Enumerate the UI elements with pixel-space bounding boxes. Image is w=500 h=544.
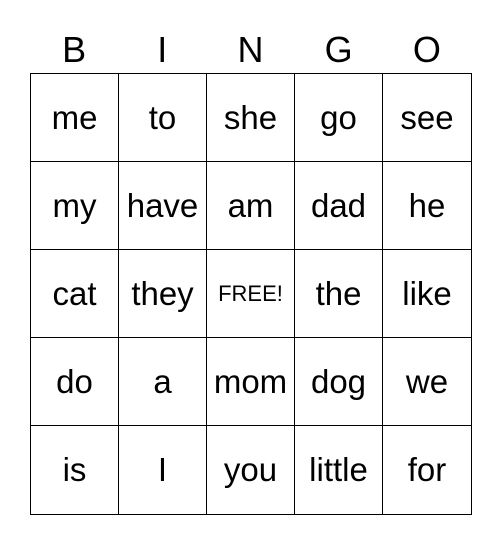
bingo-cell[interactable]: mom xyxy=(207,338,295,426)
bingo-cell[interactable]: is xyxy=(31,426,119,514)
bingo-cell[interactable]: for xyxy=(383,426,471,514)
bingo-cell[interactable]: little xyxy=(295,426,383,514)
bingo-cell[interactable]: do xyxy=(31,338,119,426)
bingo-cell[interactable]: cat xyxy=(31,250,119,338)
bingo-cell[interactable]: he xyxy=(383,162,471,250)
bingo-cell[interactable]: a xyxy=(119,338,207,426)
bingo-cell[interactable]: dad xyxy=(295,162,383,250)
bingo-cell[interactable]: she xyxy=(207,74,295,162)
header-letter-g: G xyxy=(324,29,353,70)
bingo-cell[interactable]: dog xyxy=(295,338,383,426)
header-letter-i: I xyxy=(157,29,168,70)
bingo-cell[interactable]: they xyxy=(119,250,207,338)
header-letter-n: N xyxy=(237,29,264,70)
header-letter-b: B xyxy=(62,29,87,70)
bingo-cell[interactable]: you xyxy=(207,426,295,514)
bingo-cell[interactable]: the xyxy=(295,250,383,338)
bingo-cell[interactable]: I xyxy=(119,426,207,514)
bingo-cell[interactable]: me xyxy=(31,74,119,162)
bingo-grid: me to she go see my have am dad he cat they FREE! the… xyxy=(30,73,472,515)
bingo-header: B I N G O xyxy=(30,28,471,72)
bingo-cell[interactable]: we xyxy=(383,338,471,426)
bingo-cell[interactable]: have xyxy=(119,162,207,250)
bingo-cell[interactable]: my xyxy=(31,162,119,250)
bingo-cell[interactable]: go xyxy=(295,74,383,162)
bingo-cell[interactable]: see xyxy=(383,74,471,162)
bingo-cell[interactable]: am xyxy=(207,162,295,250)
bingo-cell[interactable]: like xyxy=(383,250,471,338)
bingo-cell[interactable]: to xyxy=(119,74,207,162)
free-space-cell[interactable]: FREE! xyxy=(207,250,295,338)
header-letter-o: O xyxy=(412,29,441,70)
